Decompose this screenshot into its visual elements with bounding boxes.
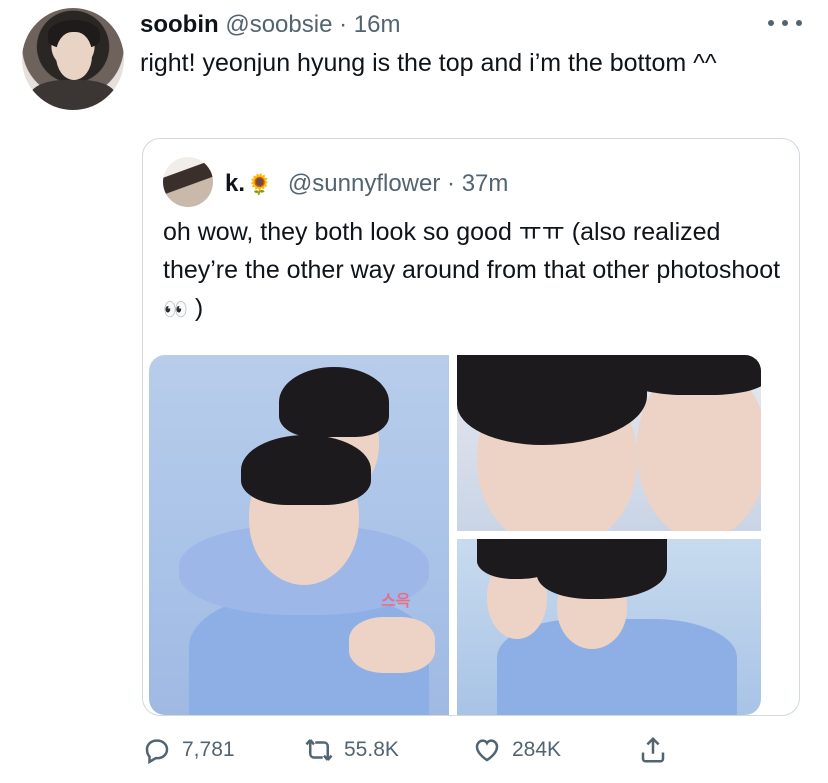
quoted-text-main: oh wow, they both look so good ㅠㅠ (also … (163, 218, 781, 284)
quoted-tweet-time[interactable]: 37m (462, 170, 509, 197)
author-avatar[interactable] (22, 8, 124, 110)
photo-bottom-right[interactable] (457, 539, 761, 715)
reply-button[interactable]: 7,781 (142, 730, 235, 770)
quoted-tweet-card[interactable]: k. 🌻 @sunnyflower · 37m oh wow, they both … (142, 138, 800, 716)
retweet-count: 55.8K (344, 738, 399, 761)
reply-icon (145, 739, 169, 765)
retweet-button[interactable]: 55.8K (304, 730, 399, 770)
media-grid: 스윽 (149, 355, 761, 715)
tweet-time[interactable]: 16m (354, 11, 401, 38)
tweet-text: right! yeonjun hyung is the top and i’m … (140, 49, 717, 77)
author-handle[interactable]: @soobsie (225, 11, 332, 38)
share-button[interactable] (638, 730, 678, 770)
eyes-icon: 👀 (163, 299, 188, 321)
separator-dot: · (339, 11, 348, 38)
share-icon (641, 736, 665, 763)
retweet-icon (305, 739, 333, 761)
quoted-author-handle[interactable]: @sunnyflower (288, 170, 440, 197)
tweet-header: soobin @soobsie · 16m (140, 10, 400, 40)
quoted-tweet-text: oh wow, they both look so good ㅠㅠ (also … (163, 213, 783, 329)
sunflower-icon: 🌻 (247, 174, 272, 196)
photo-left[interactable]: 스윽 (149, 355, 449, 715)
heart-icon (475, 739, 499, 762)
reply-count: 7,781 (182, 738, 235, 761)
quoted-author-name[interactable]: k. (225, 170, 245, 197)
quoted-tweet-header: k. 🌻 @sunnyflower · 37m (225, 169, 508, 200)
tweet-actions: 7,781 55.8K 284K (142, 730, 802, 770)
photo-top-right[interactable] (457, 355, 761, 531)
author-name[interactable]: soobin (140, 11, 219, 38)
like-button[interactable]: 284K (472, 730, 561, 770)
more-horizontal-icon[interactable] (768, 18, 802, 28)
separator-dot: · (447, 170, 456, 197)
like-count: 284K (512, 738, 562, 761)
quoted-text-end: ) (194, 294, 204, 322)
photo-sticker-text: 스윽 (381, 593, 411, 610)
quoted-author-avatar[interactable] (163, 157, 213, 207)
